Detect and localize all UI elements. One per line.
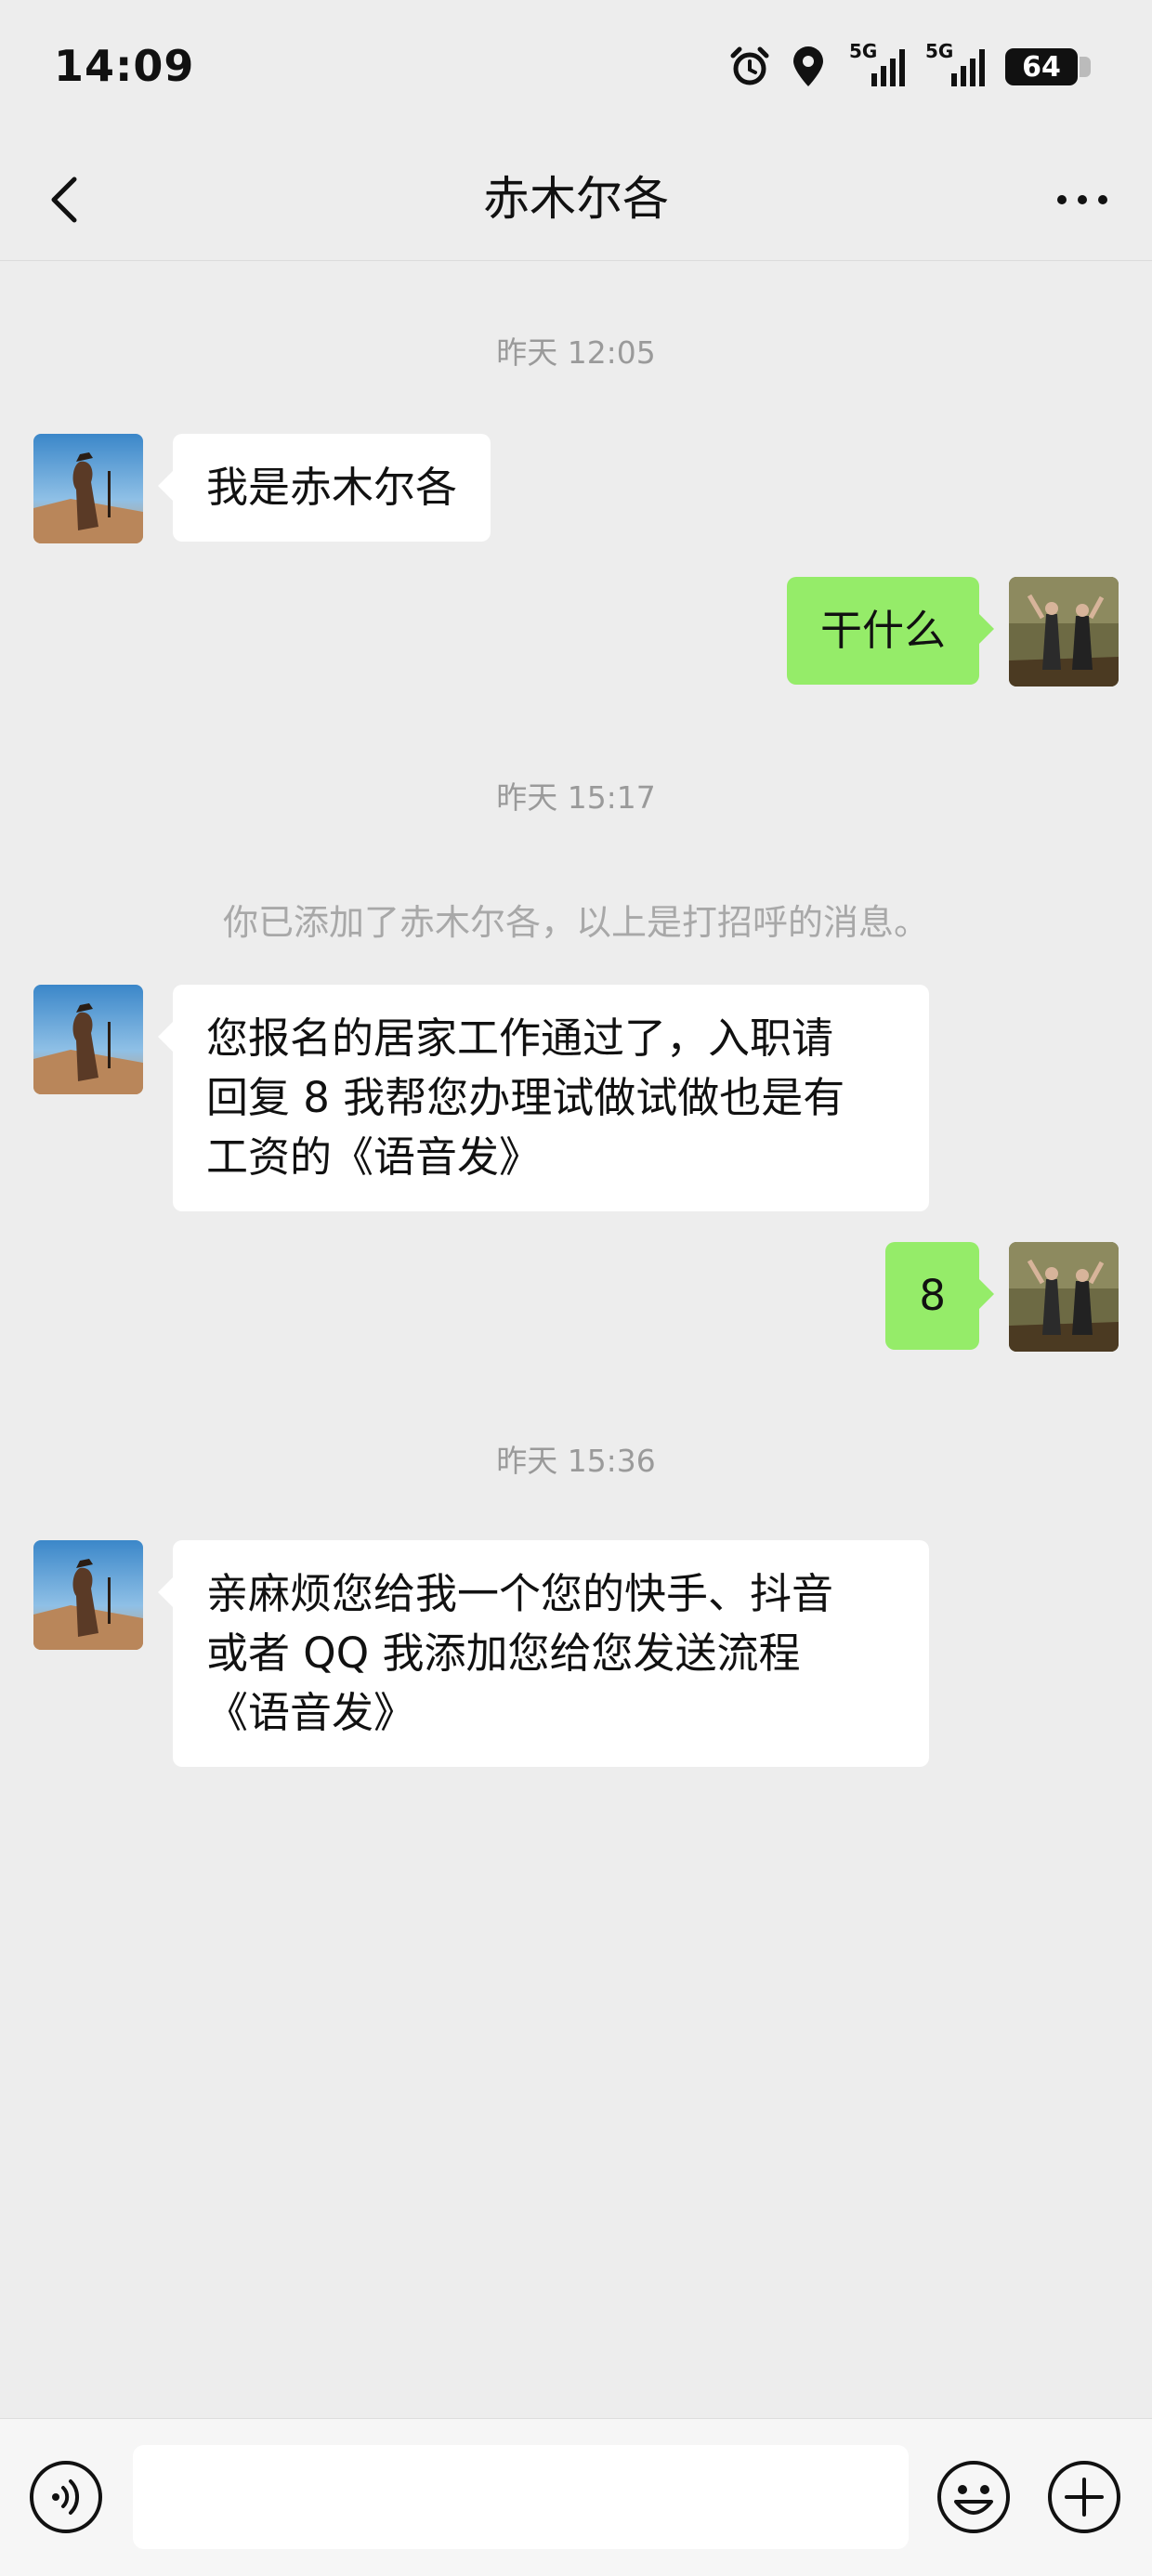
status-bar: 14:09 5G 5G 64 xyxy=(0,0,1152,139)
chat-title: 赤木尔各 xyxy=(483,172,669,226)
signal-label: 5G xyxy=(849,40,878,62)
incoming-message-bubble[interactable]: 亲麻烦您给我一个您的快手、抖音 或者 QQ 我添加您给您发送流程 《语音发》 xyxy=(158,1540,929,1767)
message-list[interactable]: 昨天 12:05 我是赤木尔各 干什么 昨天 15:17 你已添加了赤木尔各，以… xyxy=(0,261,1152,2416)
status-icons: 5G 5G 64 xyxy=(728,40,1091,89)
message-text-line: 亲麻烦您给我一个您的快手、抖音 xyxy=(206,1569,834,1618)
system-message: 你已添加了赤木尔各，以上是打招呼的消息。 xyxy=(222,902,929,943)
message-text: 干什么 xyxy=(819,606,946,655)
outgoing-message-bubble[interactable]: 8 xyxy=(885,1242,994,1350)
emoji-icon xyxy=(937,2461,1010,2533)
status-time: 14:09 xyxy=(54,41,195,91)
cellular-signal-icon: 5G xyxy=(925,40,987,88)
cellular-signal-icon: 5G xyxy=(845,40,907,88)
battery-level: 64 xyxy=(1022,50,1061,84)
message-text: 我是赤木尔各 xyxy=(206,463,458,512)
contact-avatar[interactable] xyxy=(33,434,143,543)
contact-avatar[interactable] xyxy=(33,1540,143,1650)
more-button[interactable] xyxy=(1041,163,1124,237)
more-dots-icon xyxy=(1057,195,1107,204)
message-text-line: 《语音发》 xyxy=(206,1688,416,1737)
alarm-icon xyxy=(728,46,771,88)
battery-indicator: 64 xyxy=(1005,48,1091,85)
incoming-message-bubble[interactable]: 您报名的居家工作通过了，入职请 回复 8 我帮您办理试做试做也是有 工资的《语音… xyxy=(158,985,929,1211)
voice-icon xyxy=(30,2461,102,2533)
emoji-button[interactable] xyxy=(936,2459,1012,2535)
message-text-line: 您报名的居家工作通过了，入职请 xyxy=(206,1013,834,1063)
message-text: 8 xyxy=(919,1271,946,1320)
plus-circle-icon xyxy=(1048,2461,1120,2533)
my-avatar[interactable] xyxy=(1009,1242,1119,1352)
message-text-line: 工资的《语音发》 xyxy=(206,1132,542,1182)
contact-avatar[interactable] xyxy=(33,985,143,1094)
voice-button[interactable] xyxy=(28,2459,104,2535)
signal-label: 5G xyxy=(925,40,954,62)
message-timestamp: 昨天 15:17 xyxy=(496,779,656,816)
message-timestamp: 昨天 15:36 xyxy=(496,1443,656,1479)
message-text-line: 或者 QQ 我添加您给您发送流程 xyxy=(206,1628,801,1678)
outgoing-message-bubble[interactable]: 干什么 xyxy=(786,577,995,685)
my-avatar[interactable] xyxy=(1009,577,1119,686)
chat-header: 赤木尔各 xyxy=(0,139,1152,261)
message-input[interactable] xyxy=(133,2445,909,2549)
incoming-message-bubble[interactable]: 我是赤木尔各 xyxy=(157,434,491,542)
more-functions-button[interactable] xyxy=(1046,2459,1122,2535)
input-bar xyxy=(0,2418,1152,2576)
message-text-line: 回复 8 我帮您办理试做试做也是有 xyxy=(206,1073,845,1122)
location-icon xyxy=(790,46,827,88)
message-timestamp: 昨天 12:05 xyxy=(496,334,656,371)
